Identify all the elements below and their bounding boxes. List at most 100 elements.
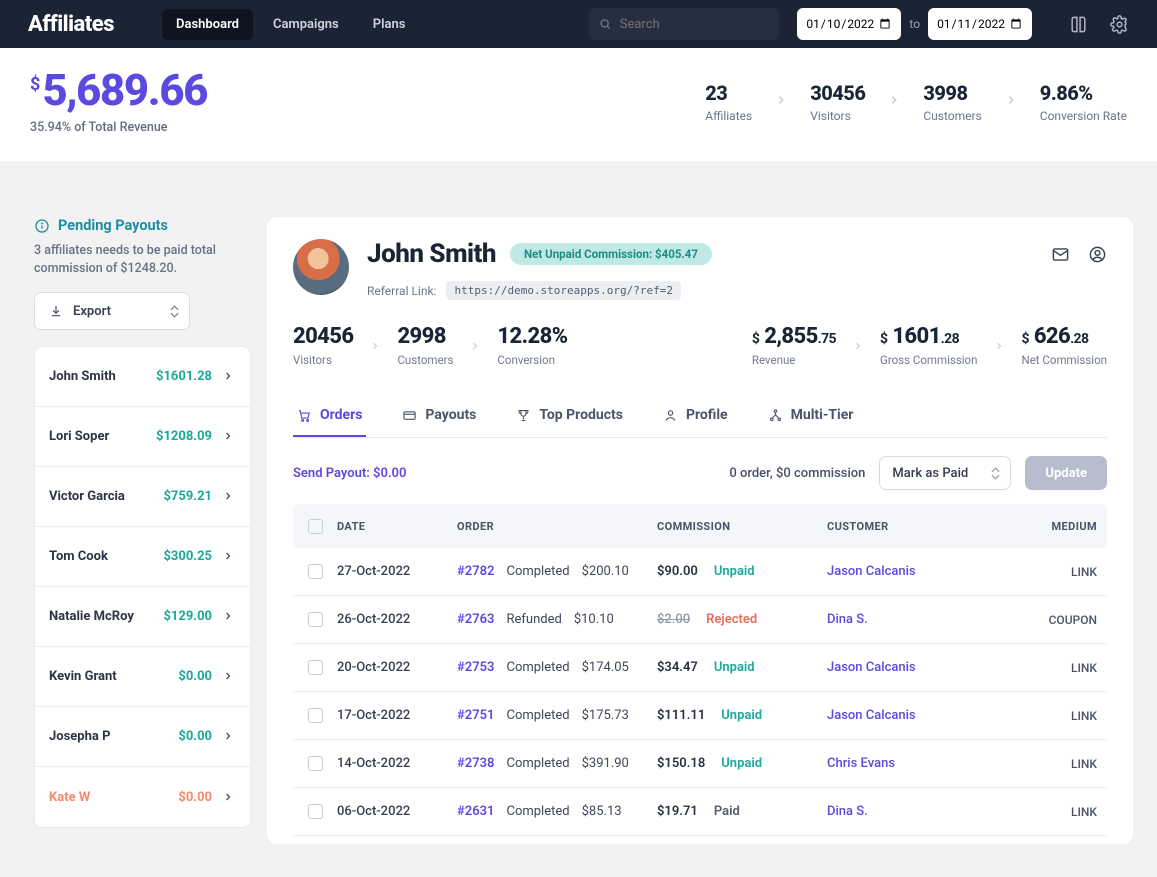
- send-payout-link[interactable]: Send Payout: $0.00: [293, 466, 406, 481]
- export-button[interactable]: Export: [34, 292, 190, 330]
- cell-medium: LINK: [977, 709, 1097, 723]
- row-checkbox[interactable]: [308, 612, 323, 627]
- cell-date: 17-Oct-2022: [337, 708, 457, 723]
- global-search[interactable]: [589, 8, 779, 40]
- cell-order: #2751 Completed $175.73: [457, 708, 657, 723]
- chevron-right-icon: [222, 667, 234, 686]
- affiliate-list-item[interactable]: Tom Cook $300.25: [35, 527, 250, 587]
- nav-tab-plans[interactable]: Plans: [359, 9, 420, 40]
- affiliate-list-item[interactable]: Natalie McRoy $129.00: [35, 587, 250, 647]
- customer-link[interactable]: Jason Calcanis: [827, 660, 977, 675]
- docs-icon[interactable]: [1069, 15, 1088, 34]
- order-link[interactable]: #2763: [457, 612, 494, 627]
- affiliate-amount: $1208.09: [156, 429, 212, 444]
- select-all-checkbox[interactable]: [308, 519, 323, 534]
- affiliate-list-item[interactable]: Lori Soper $1208.09: [35, 407, 250, 467]
- affiliate-amount: $1601.28: [156, 369, 212, 384]
- affiliate-name: Josepha P: [49, 729, 110, 744]
- total-commission: $ 5,689.66 35.94% of Total Revenue: [30, 68, 207, 135]
- affiliate-list-item[interactable]: John Smith $1601.28: [35, 347, 250, 407]
- table-row: 06-Oct-2022 #2631 Completed $85.13 $19.7…: [293, 788, 1107, 836]
- cell-date: 14-Oct-2022: [337, 756, 457, 771]
- affiliate-name: Natalie McRoy: [49, 609, 134, 624]
- stat-conversion: 12.28%Conversion: [497, 324, 567, 367]
- date-to[interactable]: [928, 8, 1032, 40]
- row-checkbox[interactable]: [308, 660, 323, 675]
- cell-medium: LINK: [977, 805, 1097, 819]
- cell-date: 26-Oct-2022: [337, 612, 457, 627]
- table-body: 27-Oct-2022 #2782 Completed $200.10 $90.…: [293, 548, 1107, 836]
- customer-link[interactable]: Chris Evans: [827, 756, 977, 771]
- order-link[interactable]: #2738: [457, 756, 494, 771]
- profile-header: John Smith Net Unpaid Commission: $405.4…: [293, 239, 1107, 300]
- table-row: 27-Oct-2022 #2782 Completed $200.10 $90.…: [293, 548, 1107, 596]
- th-customer: CUSTOMER: [827, 520, 977, 533]
- tab-multi-tier[interactable]: Multi-Tier: [764, 395, 858, 437]
- customer-link[interactable]: Dina S.: [827, 804, 977, 819]
- user-circle-icon[interactable]: [1088, 245, 1107, 264]
- update-button[interactable]: Update: [1025, 456, 1107, 490]
- nav-tab-dashboard[interactable]: Dashboard: [162, 9, 253, 40]
- chevron-right-icon: [222, 727, 234, 746]
- row-checkbox[interactable]: [308, 564, 323, 579]
- search-icon: [599, 17, 611, 31]
- tab-payouts[interactable]: Payouts: [398, 395, 480, 437]
- kpi-affiliates: 23 Affiliates: [705, 81, 752, 123]
- affiliate-list-item[interactable]: Josepha P $0.00: [35, 707, 250, 767]
- referral-url[interactable]: https://demo.storeapps.org/?ref=2: [446, 281, 681, 300]
- affiliate-amount: $0.00: [178, 729, 212, 744]
- stat-visitors: 20456Visitors: [293, 324, 353, 367]
- kpi-group: 23 Affiliates 30456 Visitors 3998 Custom…: [705, 81, 1127, 123]
- nav-tabs: Dashboard Campaigns Plans: [162, 9, 419, 40]
- order-link[interactable]: #2782: [457, 564, 494, 579]
- cell-commission: $150.18 Unpaid: [657, 756, 827, 771]
- tab-orders[interactable]: Orders: [293, 395, 366, 437]
- date-from[interactable]: [797, 8, 901, 40]
- cell-medium: LINK: [977, 661, 1097, 675]
- mail-icon[interactable]: [1051, 245, 1070, 264]
- affiliate-detail: John Smith Net Unpaid Commission: $405.4…: [267, 217, 1133, 844]
- mark-as-select[interactable]: Mark as Paid: [879, 456, 1011, 490]
- cell-order: #2738 Completed $391.90: [457, 756, 657, 771]
- cell-commission: $19.71 Paid: [657, 804, 827, 819]
- currency-symbol: $: [30, 74, 40, 95]
- th-commission: COMMISSION: [657, 520, 827, 533]
- chevron-right-icon: [222, 367, 234, 386]
- row-checkbox[interactable]: [308, 708, 323, 723]
- pending-payouts-card: Pending Payouts 3 affiliates needs to be…: [34, 217, 251, 330]
- order-link[interactable]: #2631: [457, 804, 494, 819]
- kpi-customers: 3998 Customers: [923, 81, 981, 123]
- tab-top-products[interactable]: Top Products: [512, 395, 627, 437]
- order-link[interactable]: #2753: [457, 660, 494, 675]
- stat-net-commission: $ 626.28Net Commission: [1021, 324, 1107, 367]
- avatar: [293, 239, 349, 295]
- sidebar: Pending Payouts 3 affiliates needs to be…: [34, 217, 251, 844]
- row-checkbox[interactable]: [308, 756, 323, 771]
- affiliate-name: Kate W: [49, 790, 90, 805]
- total-subtext: 35.94% of Total Revenue: [30, 120, 207, 135]
- date-range: to: [797, 8, 1032, 40]
- affiliate-list-item[interactable]: Kate W $0.00: [35, 767, 250, 827]
- affiliate-list-item[interactable]: Kevin Grant $0.00: [35, 647, 250, 707]
- trophy-icon: [516, 408, 531, 423]
- unpaid-badge: Net Unpaid Commission: $405.47: [510, 243, 712, 265]
- affiliate-amount: $129.00: [163, 609, 212, 624]
- affiliate-amount: $0.00: [178, 669, 212, 684]
- settings-icon[interactable]: [1110, 15, 1129, 34]
- order-link[interactable]: #2751: [457, 708, 494, 723]
- row-checkbox[interactable]: [308, 804, 323, 819]
- chevron-right-icon: [222, 607, 234, 626]
- nav-tab-campaigns[interactable]: Campaigns: [259, 9, 353, 40]
- customer-link[interactable]: Dina S.: [827, 612, 977, 627]
- customer-link[interactable]: Jason Calcanis: [827, 708, 977, 723]
- search-input[interactable]: [620, 17, 770, 32]
- tab-profile[interactable]: Profile: [659, 395, 732, 437]
- chevron-right-icon: [887, 92, 901, 111]
- pending-payouts-sub: 3 affiliates needs to be paid total comm…: [34, 242, 251, 278]
- card-icon: [402, 408, 417, 423]
- profile-stats: 20456Visitors 2998Customers 12.28%Conver…: [293, 324, 1107, 383]
- stat-customers: 2998Customers: [397, 324, 453, 367]
- customer-link[interactable]: Jason Calcanis: [827, 564, 977, 579]
- affiliate-list-item[interactable]: Victor Garcia $759.21: [35, 467, 250, 527]
- cell-commission: $111.11 Unpaid: [657, 708, 827, 723]
